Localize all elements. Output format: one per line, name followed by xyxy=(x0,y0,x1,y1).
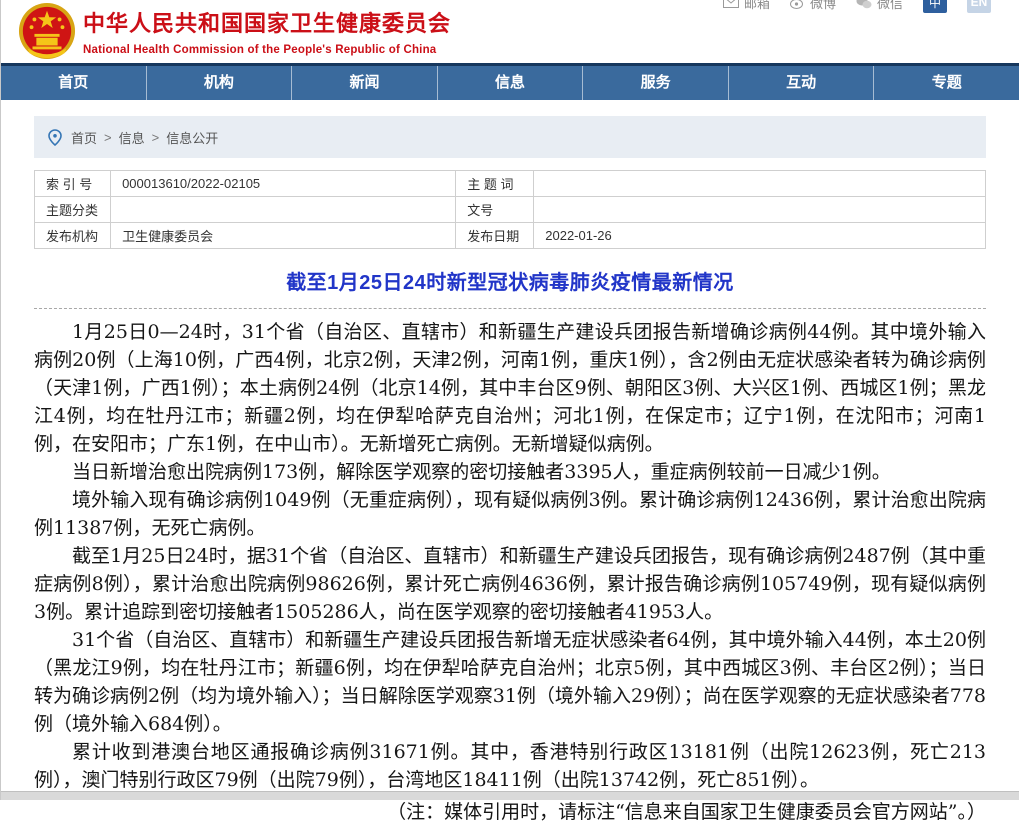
article-note: （注：媒体引用时，请标注“信息来自国家卫生健康委员会官方网站”。） xyxy=(34,798,986,826)
article-paragraph: 当日新增治愈出院病例173例，解除医学观察的密切接触者3395人，重症病例较前一… xyxy=(34,458,986,486)
breadcrumb-home[interactable]: 首页 xyxy=(71,128,97,147)
site-subtitle: National Health Commission of the People… xyxy=(83,44,451,56)
nav-item-topics[interactable]: 专题 xyxy=(874,66,1019,100)
nav-item-service[interactable]: 服务 xyxy=(583,66,729,100)
lang-en-button[interactable]: EN xyxy=(967,0,991,13)
meta-value-publisher: 卫生健康委员会 xyxy=(111,223,456,249)
article-body: 1月25日0—24时，31个省（自治区、直辖市）和新疆生产建设兵团报告新增确诊病… xyxy=(34,318,986,794)
nav-item-info[interactable]: 信息 xyxy=(438,66,584,100)
meta-value-keywords xyxy=(534,171,986,197)
nav-item-interact[interactable]: 互动 xyxy=(729,66,875,100)
weibo-label: 微博 xyxy=(810,0,836,12)
meta-value-pubdate: 2022-01-26 xyxy=(534,223,986,249)
title-separator xyxy=(34,308,986,309)
lang-zh-button[interactable]: 中 xyxy=(923,0,947,13)
meta-row-category: 主题分类 文号 xyxy=(35,197,986,223)
meta-label-index: 索 引 号 xyxy=(35,171,111,197)
main-content: 首页 > 信息 > 信息公开 索 引 号 000013610/2022-0210… xyxy=(34,116,986,826)
breadcrumb: 首页 > 信息 > 信息公开 xyxy=(34,116,986,158)
breadcrumb-info-disclosure[interactable]: 信息公开 xyxy=(166,128,218,147)
article-paragraph: 31个省（自治区、直辖市）和新疆生产建设兵团报告新增无症状感染者64例，其中境外… xyxy=(34,626,986,738)
meta-label-pubdate: 发布日期 xyxy=(456,223,534,249)
site-header: 中华人民共和国国家卫生健康委员会 National Health Commiss… xyxy=(1,0,1019,63)
article-paragraph: 截至1月25日24时，据31个省（自治区、直辖市）和新疆生产建设兵团报告，现有确… xyxy=(34,542,986,626)
breadcrumb-info[interactable]: 信息 xyxy=(119,128,145,147)
meta-label-keywords: 主 题 词 xyxy=(456,171,534,197)
main-nav: 首页 机构 新闻 信息 服务 互动 专题 xyxy=(1,63,1019,100)
meta-value-index: 000013610/2022-02105 xyxy=(111,171,456,197)
national-emblem-logo xyxy=(18,2,76,60)
article-paragraph: 累计收到港澳台地区通报确诊病例31671例。其中，香港特别行政区13181例（出… xyxy=(34,738,986,794)
mail-icon xyxy=(723,0,739,8)
weibo-icon xyxy=(790,0,805,9)
wechat-link[interactable]: 微信 xyxy=(856,0,903,12)
wechat-icon xyxy=(856,0,872,9)
mail-link[interactable]: 邮箱 xyxy=(723,0,770,12)
mail-label: 邮箱 xyxy=(744,0,770,12)
breadcrumb-separator: > xyxy=(104,130,112,145)
wechat-label: 微信 xyxy=(877,0,903,12)
meta-value-docnumber xyxy=(534,197,986,223)
bottom-scrollbar[interactable] xyxy=(1,791,1019,800)
document-meta-table: 索 引 号 000013610/2022-02105 主 题 词 主题分类 文号… xyxy=(34,170,986,249)
nav-item-org[interactable]: 机构 xyxy=(147,66,293,100)
meta-label-publisher: 发布机构 xyxy=(35,223,111,249)
article-paragraph: 境外输入现有确诊病例1049例（无重症病例），现有疑似病例3例。累计确诊病例12… xyxy=(34,486,986,542)
meta-label-docnumber: 文号 xyxy=(456,197,534,223)
meta-label-category: 主题分类 xyxy=(35,197,111,223)
article-paragraph: 1月25日0—24时，31个省（自治区、直辖市）和新疆生产建设兵团报告新增确诊病… xyxy=(34,318,986,458)
national-emblem-icon xyxy=(18,2,76,60)
nav-item-home[interactable]: 首页 xyxy=(1,66,147,100)
article-title: 截至1月25日24时新型冠状病毒肺炎疫情最新情况 xyxy=(34,266,986,295)
site-title-block: 中华人民共和国国家卫生健康委员会 National Health Commiss… xyxy=(83,6,451,56)
meta-value-category xyxy=(111,197,456,223)
nav-item-news[interactable]: 新闻 xyxy=(292,66,438,100)
meta-row-index: 索 引 号 000013610/2022-02105 主 题 词 xyxy=(35,171,986,197)
breadcrumb-separator: > xyxy=(152,130,160,145)
weibo-link[interactable]: 微博 xyxy=(790,0,836,12)
location-pin-icon xyxy=(48,129,62,146)
header-quick-links: 邮箱 微博 微信 中 EN xyxy=(723,0,991,13)
meta-row-publisher: 发布机构 卫生健康委员会 发布日期 2022-01-26 xyxy=(35,223,986,249)
site-title: 中华人民共和国国家卫生健康委员会 xyxy=(83,6,451,38)
